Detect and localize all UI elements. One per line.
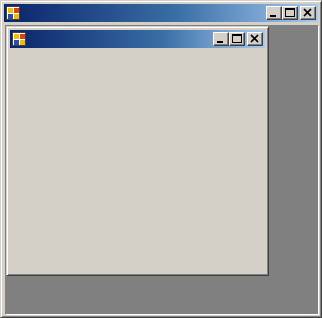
child-window (6, 26, 269, 276)
main-window-titlebar[interactable] (4, 4, 318, 22)
maximize-icon (285, 8, 295, 17)
maximize-button[interactable] (282, 6, 298, 20)
child-close-button[interactable] (247, 32, 263, 46)
minimize-icon (217, 41, 223, 43)
close-icon (303, 8, 312, 17)
maximize-icon (232, 34, 242, 43)
child-app-icon[interactable] (12, 32, 26, 46)
close-icon (250, 34, 259, 43)
child-minimize-button[interactable] (213, 32, 229, 46)
minimize-button[interactable] (266, 6, 282, 20)
close-button[interactable] (300, 6, 316, 20)
child-window-client-area (10, 51, 265, 272)
app-icon[interactable] (6, 6, 20, 20)
child-maximize-button[interactable] (229, 32, 245, 46)
minimize-icon (270, 15, 276, 17)
main-window (0, 0, 322, 318)
child-window-titlebar[interactable] (10, 30, 265, 48)
